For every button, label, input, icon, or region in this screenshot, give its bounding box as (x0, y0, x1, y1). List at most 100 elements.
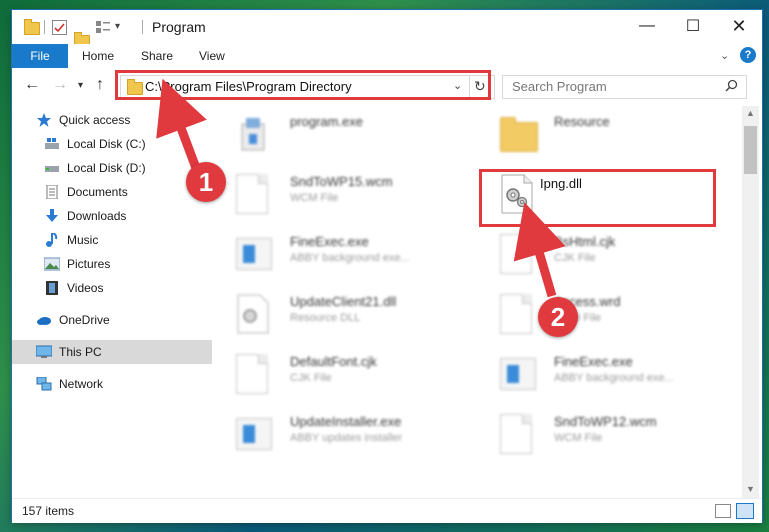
scroll-down-icon[interactable]: ▼ (746, 484, 755, 494)
file-name: UpdateInstaller.exe (290, 414, 402, 429)
file-name: FineExec.exe (554, 354, 633, 369)
close-button[interactable]: ✕ (716, 10, 762, 42)
sidebar-item-local-disk-c[interactable]: Local Disk (C:) 📌 (12, 132, 236, 156)
file-type: CJK File (554, 252, 596, 264)
pictures-icon (43, 257, 61, 271)
sidebar-item-downloads[interactable]: Downloads 📌 (12, 204, 236, 228)
tab-share[interactable]: Share (141, 44, 173, 68)
chevron-down-icon[interactable]: ▾ (115, 21, 120, 37)
file-name: SndToWP15.wcm (290, 174, 393, 189)
file-item-sndtowp15[interactable]: SndToWP15.wcm WCM File (212, 166, 452, 222)
file-name: SndToWP12.wcm (554, 414, 657, 429)
recent-locations-chevron-icon[interactable]: ▾ (78, 80, 83, 91)
folder-icon (500, 114, 538, 154)
customize-toolbar-icon[interactable] (96, 21, 110, 33)
address-highlight-box (115, 70, 491, 100)
sidebar-item-this-pc[interactable]: This PC (12, 340, 228, 364)
download-arrow-icon (44, 209, 60, 223)
scroll-up-icon[interactable]: ▲ (746, 108, 755, 118)
title-bar: ▾ Program — ☐ ✕ (12, 10, 762, 48)
sidebar-item-pictures[interactable]: Pictures 📌 (12, 252, 236, 276)
sidebar-item-quick-access[interactable]: Quick access (12, 108, 228, 132)
star-icon (36, 113, 52, 127)
document-icon (236, 354, 270, 394)
file-name: Resource (554, 114, 610, 129)
up-arrow-icon[interactable]: ↑ (96, 76, 104, 94)
sidebar-item-label: This PC (59, 345, 102, 359)
divider (44, 20, 45, 34)
sidebar-item-music[interactable]: Music 📌 (12, 228, 236, 252)
file-item-updateclient21[interactable]: UpdateClient21.dll Resource DLL (212, 286, 452, 342)
network-icon (36, 376, 52, 391)
status-bar: 157 items (12, 498, 762, 523)
drive-icon (44, 161, 60, 175)
file-list: program.exe Resource SndToWP15.wcm WCM F… (212, 106, 740, 498)
documents-icon (44, 184, 60, 200)
file-name: UpdateClient21.dll (290, 294, 397, 309)
file-type: ABBY background exe... (290, 252, 410, 264)
address-row: ← → ▾ ↑ C:\Program Files\Program Directo… (12, 68, 762, 104)
maximize-button[interactable]: ☐ (670, 10, 716, 42)
properties-checkmark-icon[interactable] (52, 20, 67, 35)
document-icon (500, 414, 534, 454)
search-input[interactable]: Search Program (502, 75, 747, 99)
file-item-program-exe[interactable]: program.exe (212, 106, 452, 162)
file-item-defaultfont[interactable]: DefaultFont.cjk CJK File (212, 346, 452, 402)
vertical-scrollbar[interactable]: ▲ ▼ (742, 106, 759, 498)
file-type: WCM File (290, 192, 339, 204)
file-item-resource-folder[interactable]: Resource (476, 106, 716, 162)
help-icon[interactable]: ? (740, 47, 756, 63)
file-item-fineexec-1[interactable]: FineExec.exe ABBY background exe... (212, 226, 452, 282)
app-icon (500, 354, 536, 394)
folder-icon (24, 19, 40, 35)
file-name: DefaultFont.cjk (290, 354, 377, 369)
app-icon (236, 234, 272, 274)
file-type: CJK File (290, 372, 332, 384)
file-type: WCM File (554, 432, 603, 444)
file-item-fineexec-2[interactable]: FineExec.exe ABBY background exe... (476, 346, 716, 402)
cloud-icon (36, 313, 52, 327)
expand-ribbon-chevron-icon[interactable]: ⌄ (720, 44, 729, 68)
search-icon[interactable] (725, 79, 738, 95)
sidebar-item-network[interactable]: Network (12, 372, 228, 396)
sidebar-item-onedrive[interactable]: OneDrive (12, 308, 228, 332)
sidebar-item-label: Network (59, 377, 104, 391)
minimize-button[interactable]: — (624, 10, 670, 42)
explorer-window: ▾ Program — ☐ ✕ File Home Share View ⌄ ?… (12, 10, 762, 523)
file-item-bshtml[interactable]: BsHtml.cjk CJK File (476, 226, 716, 282)
file-item-sndtowp12[interactable]: SndToWP12.wcm WCM File (476, 406, 716, 462)
file-item-updateinstaller[interactable]: UpdateInstaller.exe ABBY updates install… (212, 406, 452, 462)
tab-view[interactable]: View (199, 44, 225, 68)
file-item-access-wrd[interactable]: Access.wrd WRD File (476, 286, 716, 342)
search-placeholder: Search Program (512, 79, 607, 94)
back-arrow-icon[interactable]: ← (24, 76, 40, 94)
sidebar-item-label: Documents (67, 185, 128, 199)
file-name: BsHtml.cjk (554, 234, 616, 249)
sidebar-item-label: Quick access (59, 113, 131, 127)
large-icons-view-icon[interactable] (736, 503, 754, 519)
sidebar-item-label: Pictures (67, 257, 111, 271)
tab-home[interactable]: Home (82, 44, 114, 68)
file-name: FineExec.exe (290, 234, 369, 249)
film-icon (44, 281, 60, 295)
navigation-pane: Quick access Local Disk (C:) 📌 Local Dis… (12, 106, 234, 498)
divider (142, 20, 143, 34)
file-type: Resource DLL (290, 312, 361, 324)
document-icon (236, 174, 270, 214)
sidebar-item-label: Music (67, 233, 99, 247)
sidebar-item-label: Downloads (67, 209, 127, 223)
file-name: program.exe (290, 114, 363, 129)
sidebar-item-label: Local Disk (D:) (67, 161, 146, 175)
app-icon (236, 414, 272, 454)
monitor-icon (35, 345, 53, 359)
details-view-icon[interactable] (715, 504, 731, 518)
forward-arrow-icon[interactable]: → (52, 76, 68, 94)
installer-icon (236, 114, 270, 154)
drive-icon (44, 137, 60, 151)
sidebar-item-videos[interactable]: Videos 📌 (12, 276, 236, 300)
sidebar-item-label: Local Disk (C:) (67, 137, 146, 151)
window-title: Program (152, 19, 206, 35)
dll-highlight-box (479, 169, 716, 227)
sidebar-item-label: Videos (67, 281, 104, 295)
scrollbar-thumb[interactable] (744, 126, 757, 174)
